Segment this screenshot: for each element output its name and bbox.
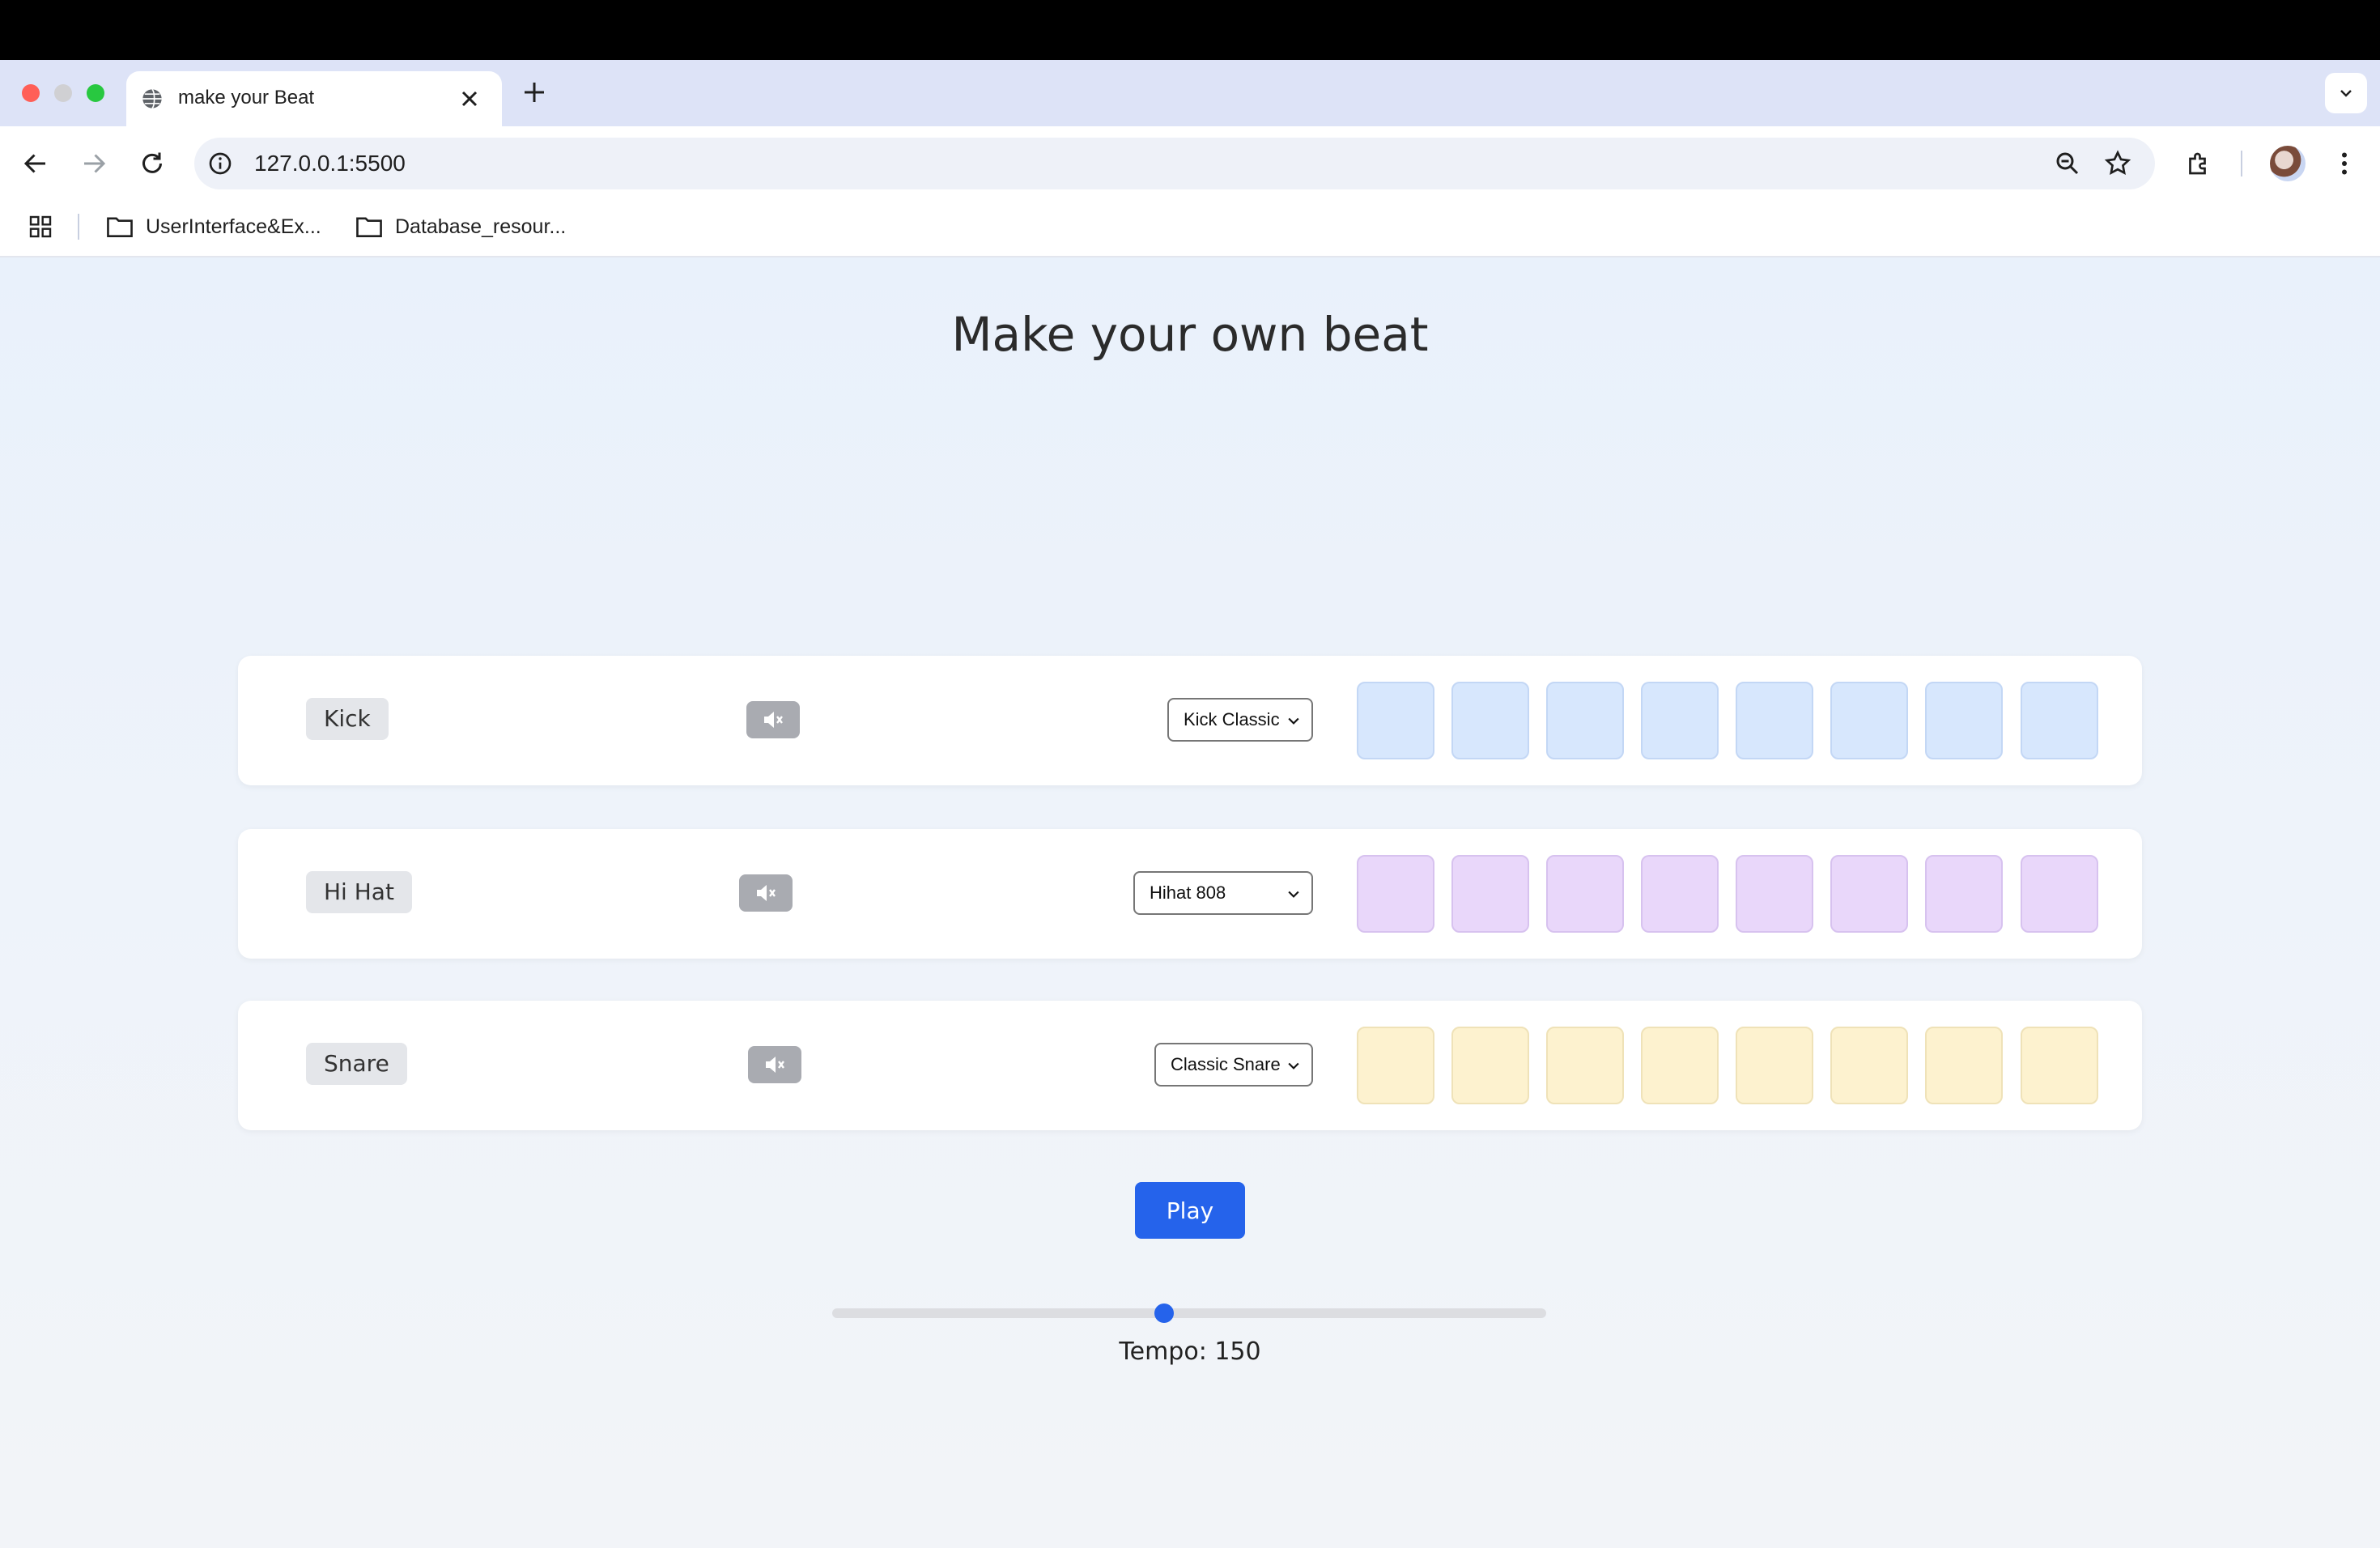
chevron-down-icon (1288, 717, 1299, 725)
new-tab-icon[interactable] (520, 78, 549, 107)
tab-title: make your Beat (178, 87, 315, 108)
beat-pad[interactable] (2021, 682, 2098, 759)
sound-select[interactable]: Kick Classic (1167, 698, 1313, 742)
track-label: Snare (306, 1043, 407, 1085)
tempo-slider-thumb[interactable] (1154, 1303, 1175, 1323)
screen-top-bar (0, 0, 2380, 60)
address-bar[interactable]: 127.0.0.1:5500 (194, 138, 2155, 189)
bookmark-item[interactable]: Database_resour... (355, 211, 581, 243)
folder-icon (107, 217, 133, 237)
beat-pad[interactable] (1925, 1027, 2003, 1104)
globe-icon (142, 88, 162, 109)
tempo-label: Tempo: 150 (1119, 1337, 1261, 1366)
reload-icon[interactable] (138, 149, 167, 178)
profile-avatar[interactable] (2270, 146, 2306, 181)
folder-icon (356, 217, 382, 237)
beat-pad[interactable] (1546, 1027, 1624, 1104)
sound-select-value: Kick Classic (1184, 709, 1280, 729)
track-hihat: Hi Hat Hihat 808 (238, 829, 2142, 959)
bookmark-item[interactable]: UserInterface&Ex... (105, 211, 332, 243)
mute-button[interactable] (748, 1046, 801, 1083)
beat-pad[interactable] (1546, 855, 1624, 933)
apps-grid-icon[interactable] (28, 214, 53, 240)
beat-pad[interactable] (1451, 1027, 1529, 1104)
beat-pad[interactable] (2021, 855, 2098, 933)
beat-pad[interactable] (1546, 682, 1624, 759)
chevron-down-icon (1288, 1062, 1299, 1070)
speaker-muted-icon (764, 712, 783, 728)
beat-pad[interactable] (1925, 682, 2003, 759)
tab-search-button[interactable] (2325, 73, 2367, 113)
sound-select-value: Classic Snare (1171, 1054, 1281, 1074)
beat-pad[interactable] (1830, 855, 1908, 933)
track-snare: Snare Classic Snare (238, 1001, 2142, 1130)
browser-tab[interactable]: make your Beat (126, 71, 502, 126)
track-label: Hi Hat (306, 871, 412, 913)
url-text[interactable]: 127.0.0.1:5500 (254, 149, 406, 178)
toolbar-divider (2241, 151, 2242, 176)
beat-pad[interactable] (1736, 682, 1813, 759)
info-icon[interactable] (207, 151, 233, 176)
forward-arrow-icon[interactable] (79, 149, 108, 178)
beat-pad[interactable] (1451, 855, 1529, 933)
play-button[interactable]: Play (1135, 1182, 1245, 1239)
bookmark-label: Database_resour... (395, 215, 567, 238)
bookmark-star-icon[interactable] (2103, 149, 2132, 178)
beat-pad[interactable] (1357, 682, 1434, 759)
zoom-icon[interactable] (2053, 149, 2082, 178)
beat-pad[interactable] (1641, 855, 1719, 933)
page-title: Make your own beat (951, 307, 1429, 362)
bookmarks-divider (78, 214, 79, 240)
sound-select[interactable]: Classic Snare (1154, 1043, 1313, 1087)
kebab-menu-icon[interactable] (2330, 149, 2359, 178)
mute-button[interactable] (739, 874, 793, 912)
beat-pad[interactable] (1830, 1027, 1908, 1104)
tempo-slider[interactable] (832, 1308, 1546, 1318)
beat-pad[interactable] (1357, 855, 1434, 933)
mute-button[interactable] (746, 701, 800, 738)
back-arrow-icon[interactable] (21, 149, 50, 178)
extensions-puzzle-icon[interactable] (2184, 149, 2213, 178)
beat-pad[interactable] (1736, 1027, 1813, 1104)
bookmark-label: UserInterface&Ex... (146, 215, 321, 238)
track-kick: Kick Kick Classic (238, 656, 2142, 785)
beat-pad[interactable] (1357, 1027, 1434, 1104)
beat-pad[interactable] (1641, 1027, 1719, 1104)
beat-pad[interactable] (2021, 1027, 2098, 1104)
beat-pad[interactable] (1641, 682, 1719, 759)
sound-select[interactable]: Hihat 808 (1133, 871, 1313, 915)
beat-pad[interactable] (1830, 682, 1908, 759)
track-label: Kick (306, 698, 389, 740)
window-minimize-button[interactable] (54, 84, 72, 102)
speaker-muted-icon (766, 1057, 784, 1073)
speaker-muted-icon (757, 885, 776, 901)
beat-pad[interactable] (1451, 682, 1529, 759)
sound-select-value: Hihat 808 (1150, 882, 1226, 903)
beat-pad[interactable] (1736, 855, 1813, 933)
chevron-down-icon (2340, 90, 2352, 97)
beat-pad[interactable] (1925, 855, 2003, 933)
window-zoom-button[interactable] (87, 84, 104, 102)
close-icon[interactable] (457, 86, 482, 112)
chevron-down-icon (1288, 891, 1299, 898)
window-close-button[interactable] (22, 84, 40, 102)
